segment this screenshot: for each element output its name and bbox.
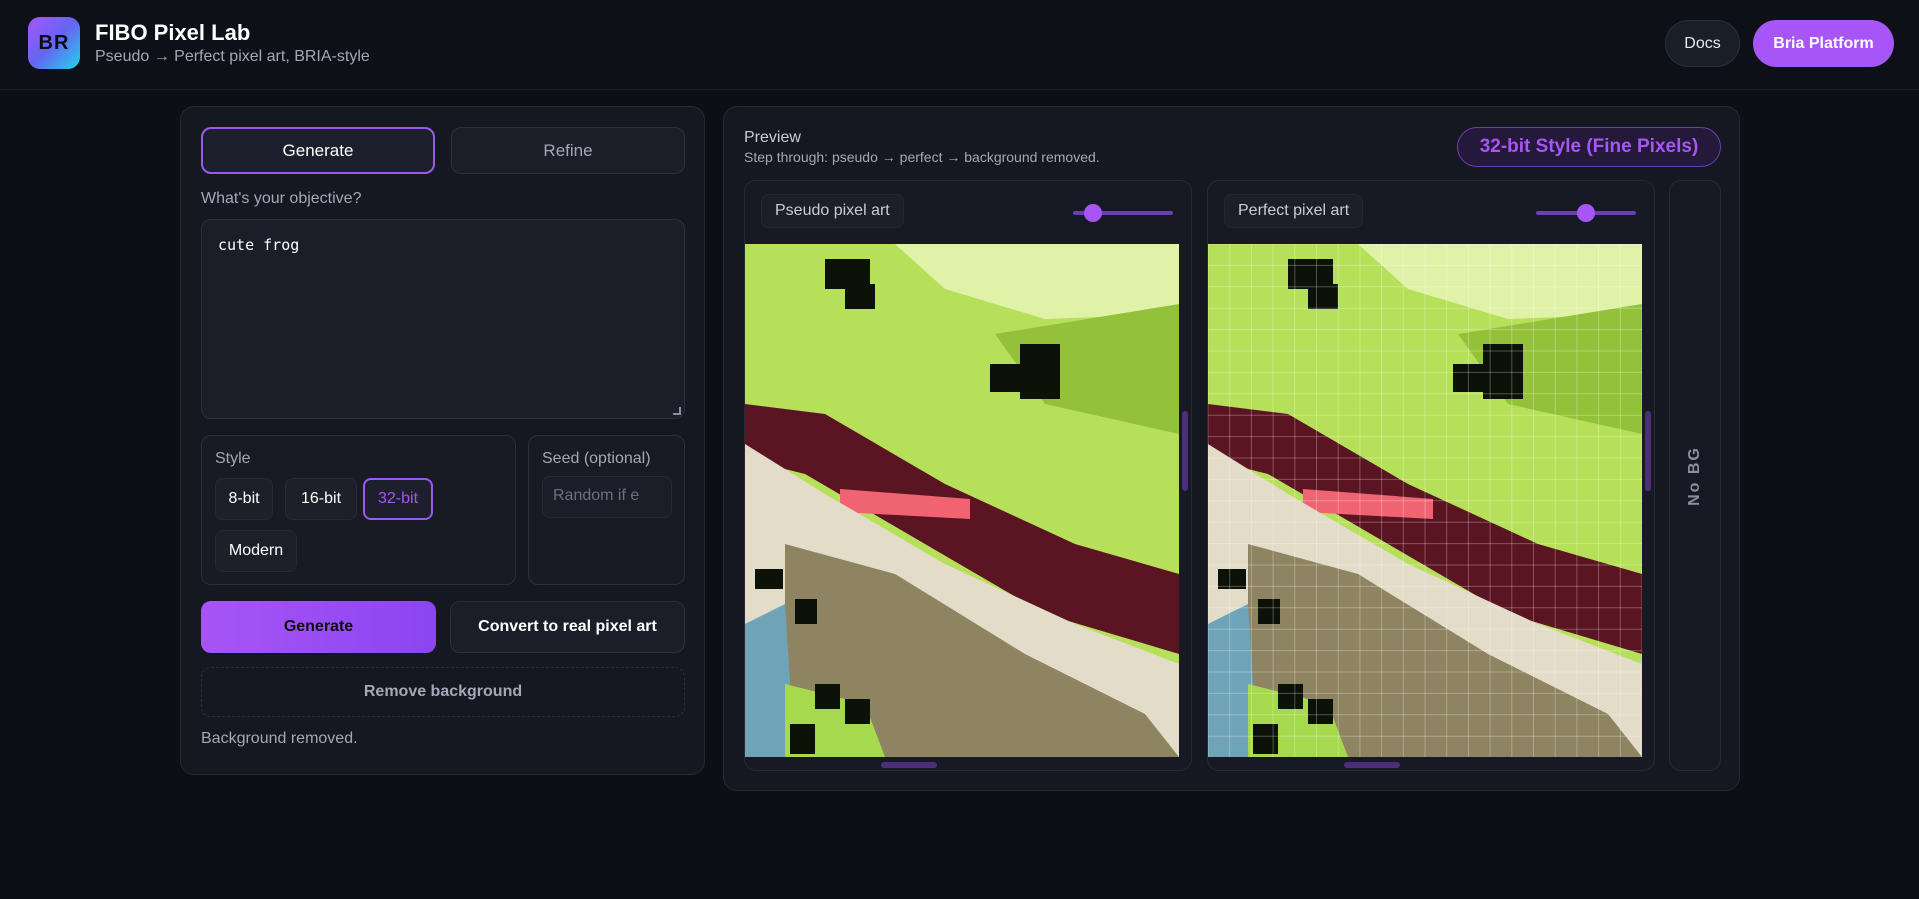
resize-handle-icon[interactable] <box>673 407 681 415</box>
preview-title: Preview <box>744 129 801 146</box>
app-title: FIBO Pixel Lab <box>95 20 251 45</box>
docs-button[interactable]: Docs <box>1665 20 1740 67</box>
app-subtitle: Pseudo → Perfect pixel art, BRIA-style <box>95 48 370 65</box>
brand-logo: BR <box>28 17 80 69</box>
seed-label: Seed (optional) <box>542 450 651 467</box>
objective-label: What's your objective? <box>201 190 362 207</box>
style-option-8bit[interactable]: 8-bit <box>215 478 273 520</box>
perfect-slider-thumb[interactable] <box>1577 204 1595 222</box>
style-option-16bit[interactable]: 16-bit <box>285 478 357 520</box>
perfect-horizontal-scrollbar[interactable] <box>1344 762 1400 768</box>
controls-panel: Generate Refine What's your objective? c… <box>180 106 705 775</box>
tab-refine[interactable]: Refine <box>451 127 685 174</box>
perfect-pixel-card: Perfect pixel art <box>1207 180 1655 771</box>
app-header: BR FIBO Pixel Lab Pseudo → Perfect pixel… <box>0 0 1919 90</box>
bria-platform-button[interactable]: Bria Platform <box>1753 20 1894 67</box>
pseudo-slider-thumb[interactable] <box>1084 204 1102 222</box>
generate-button[interactable]: Generate <box>201 601 436 653</box>
pseudo-zoom-slider[interactable] <box>1073 204 1173 222</box>
pseudo-pixel-image <box>745 244 1179 757</box>
convert-button[interactable]: Convert to real pixel art <box>450 601 685 653</box>
pseudo-vertical-scrollbar[interactable] <box>1182 411 1188 491</box>
style-label: Style <box>215 450 251 467</box>
perfect-zoom-slider[interactable] <box>1536 204 1636 222</box>
perfect-card-label: Perfect pixel art <box>1224 194 1364 228</box>
preview-panel: Preview Step through: pseudo → perfect →… <box>723 106 1740 791</box>
preview-subtitle: Step through: pseudo → perfect → backgro… <box>744 149 1100 165</box>
no-bg-label: No BG <box>1686 445 1703 506</box>
perfect-pixel-image <box>1208 244 1642 757</box>
style-option-modern[interactable]: Modern <box>215 530 297 572</box>
pseudo-pixel-card: Pseudo pixel art <box>744 180 1192 771</box>
objective-textarea[interactable]: cute frog <box>201 219 685 419</box>
seed-input[interactable]: Random if e <box>542 476 672 518</box>
remove-background-button[interactable]: Remove background <box>201 667 685 717</box>
pseudo-horizontal-scrollbar[interactable] <box>881 762 937 768</box>
seed-group: Seed (optional) Random if e <box>528 435 685 585</box>
style-group: Style 8-bit 16-bit 32-bit Modern <box>201 435 516 585</box>
tab-generate[interactable]: Generate <box>201 127 435 174</box>
pseudo-card-label: Pseudo pixel art <box>761 194 904 228</box>
perfect-vertical-scrollbar[interactable] <box>1645 411 1651 491</box>
style-badge: 32-bit Style (Fine Pixels) <box>1457 127 1721 167</box>
no-bg-card[interactable]: No BG <box>1669 180 1721 771</box>
style-option-32bit[interactable]: 32-bit <box>363 478 433 520</box>
objective-text: cute frog <box>218 236 300 254</box>
status-message: Background removed. <box>201 730 358 747</box>
